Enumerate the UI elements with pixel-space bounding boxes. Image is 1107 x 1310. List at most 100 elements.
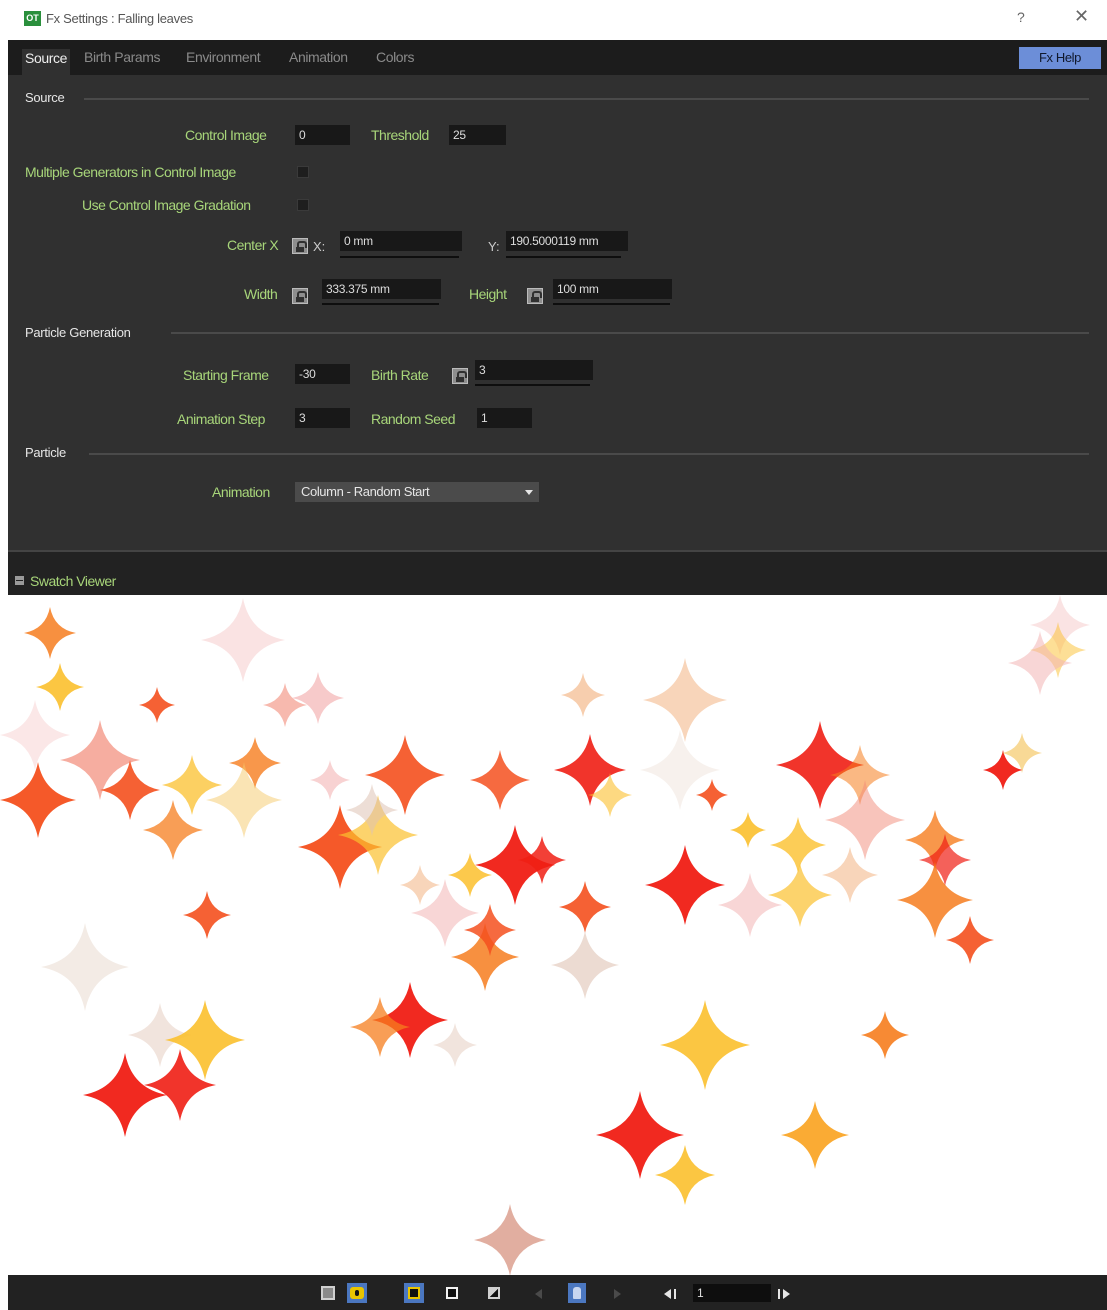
- starting-frame-label: Starting Frame: [183, 367, 269, 383]
- animation-dropdown[interactable]: Column - Random Start: [295, 482, 539, 502]
- particle-star: [24, 607, 76, 659]
- lock-icon[interactable]: [527, 288, 543, 304]
- lock-icon[interactable]: [452, 368, 468, 384]
- lock-icon[interactable]: [292, 238, 308, 254]
- swatch-viewer-canvas[interactable]: [0, 595, 1107, 1275]
- lock-icon[interactable]: [292, 288, 308, 304]
- close-button[interactable]: ✕: [1074, 6, 1089, 27]
- swatch-viewer-header[interactable]: Swatch Viewer: [8, 550, 1107, 595]
- particle-star: [292, 672, 344, 724]
- half-square-icon: [488, 1287, 500, 1299]
- particle-star: [781, 1101, 849, 1169]
- section-title-particle-generation: Particle Generation: [25, 325, 131, 340]
- settings-panel: Source Birth Params Environment Animatio…: [8, 40, 1107, 595]
- swatch-viewer-label: Swatch Viewer: [30, 573, 116, 589]
- particle-star: [433, 1023, 477, 1067]
- particle-star: [0, 700, 70, 770]
- width-slider[interactable]: [322, 303, 439, 305]
- particle-star: [718, 873, 782, 937]
- particle-star: [655, 1145, 715, 1205]
- particle-star: [730, 812, 766, 848]
- particle-star: [946, 916, 994, 964]
- fx-help-button[interactable]: Fx Help: [1019, 47, 1101, 69]
- tab-environment[interactable]: Environment: [183, 49, 263, 75]
- particle-star: [897, 862, 973, 938]
- center-x-field[interactable]: 0 mm: [340, 231, 462, 251]
- tab-animation[interactable]: Animation: [286, 49, 351, 75]
- control-image-field[interactable]: 0: [295, 125, 350, 145]
- eye-icon: [350, 1287, 364, 1299]
- particle-star: [643, 658, 727, 742]
- particle-star: [825, 780, 905, 860]
- animation-label: Animation: [212, 484, 270, 500]
- particle-star: [696, 779, 728, 811]
- divider: [84, 98, 1089, 100]
- animation-step-field[interactable]: 3: [295, 408, 350, 428]
- next-frame-icon[interactable]: [783, 1289, 790, 1299]
- prev-frame-bar: [674, 1289, 676, 1299]
- preview-visibility-button[interactable]: [347, 1283, 367, 1303]
- particle-star: [201, 598, 285, 682]
- divider: [89, 453, 1089, 455]
- multiple-generators-checkbox[interactable]: [297, 166, 309, 178]
- particle-star: [645, 845, 725, 925]
- height-slider[interactable]: [553, 303, 670, 305]
- collapse-icon[interactable]: [15, 576, 24, 585]
- starting-frame-field[interactable]: -30: [295, 364, 350, 384]
- tab-bar: Source Birth Params Environment Animatio…: [8, 40, 1107, 75]
- particle-star: [41, 923, 129, 1011]
- frame-field[interactable]: 1: [693, 1284, 771, 1302]
- birth-rate-slider[interactable]: [475, 384, 590, 386]
- random-seed-field[interactable]: 1: [477, 408, 532, 428]
- square-icon: [408, 1287, 420, 1299]
- multiple-generators-label: Multiple Generators in Control Image: [25, 164, 236, 180]
- particle-star: [596, 1091, 684, 1179]
- tab-birth-params[interactable]: Birth Params: [81, 49, 163, 75]
- prev-key-icon[interactable]: [535, 1289, 542, 1299]
- next-key-icon[interactable]: [614, 1289, 621, 1299]
- threshold-label: Threshold: [371, 127, 429, 143]
- birth-rate-field[interactable]: 3: [475, 360, 593, 380]
- height-field[interactable]: 100 mm: [553, 279, 672, 299]
- particle-star: [861, 1011, 909, 1059]
- animation-dropdown-value: Column - Random Start: [301, 484, 430, 499]
- random-seed-label: Random Seed: [371, 411, 456, 427]
- camera-box-button[interactable]: [404, 1283, 424, 1303]
- particle-star: [139, 687, 175, 723]
- particle-star: [162, 755, 222, 815]
- particle-star: [559, 881, 611, 933]
- particle-star: [660, 1000, 750, 1090]
- particle-star: [474, 1204, 546, 1275]
- tab-source[interactable]: Source: [22, 49, 70, 75]
- control-image-label: Control Image: [185, 127, 267, 143]
- checkerboard-button[interactable]: [318, 1283, 338, 1303]
- particle-star: [310, 760, 350, 800]
- particle-star: [561, 673, 605, 717]
- next-frame-bar: [778, 1289, 780, 1299]
- center-x-slider[interactable]: [340, 256, 459, 258]
- threshold-field[interactable]: 25: [449, 125, 506, 145]
- particle-star: [206, 762, 282, 838]
- use-gradation-label: Use Control Image Gradation: [82, 197, 251, 213]
- use-gradation-checkbox[interactable]: [297, 199, 309, 211]
- x-axis-label: X:: [313, 239, 326, 254]
- title-bar: OT Fx Settings : Falling leaves ? ✕: [0, 0, 1107, 40]
- key-icon[interactable]: [568, 1283, 586, 1303]
- tab-colors[interactable]: Colors: [373, 49, 417, 75]
- birth-rate-label: Birth Rate: [371, 367, 429, 383]
- help-button[interactable]: ?: [1017, 9, 1025, 25]
- fx-settings-window: OT Fx Settings : Falling leaves ? ✕ Sour…: [0, 0, 1107, 1310]
- viewer-toolbar: 1: [8, 1275, 1107, 1310]
- particle-star: [470, 750, 530, 810]
- width-field[interactable]: 333.375 mm: [322, 279, 441, 299]
- white-bg-button[interactable]: [484, 1283, 504, 1303]
- particle-preview: [0, 595, 1090, 1275]
- prev-frame-icon[interactable]: [664, 1289, 671, 1299]
- particle-star: [822, 847, 878, 903]
- center-y-field[interactable]: 190.5000119 mm: [506, 231, 628, 251]
- app-icon: OT: [24, 11, 41, 26]
- y-axis-label: Y:: [488, 239, 500, 254]
- particle-star: [551, 931, 619, 999]
- black-bg-button[interactable]: [442, 1283, 462, 1303]
- center-y-slider[interactable]: [506, 256, 621, 258]
